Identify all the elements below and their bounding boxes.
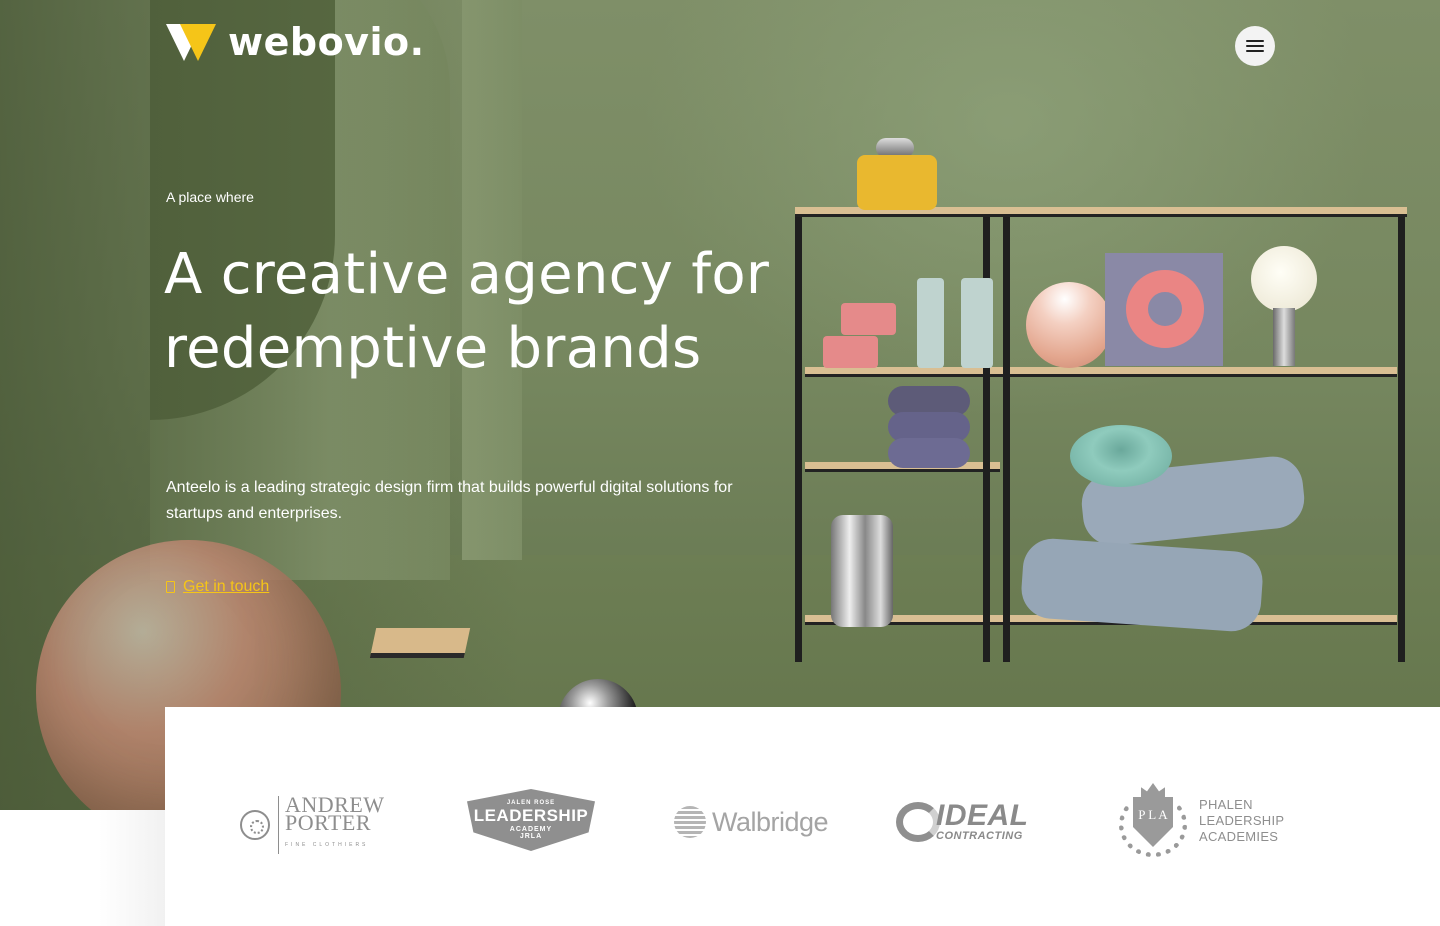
site-logo[interactable]: webovio.: [166, 22, 425, 62]
perfume-bottle-image: [857, 155, 937, 210]
ideal-sub: CONTRACTING: [936, 830, 1023, 842]
pink-jar-image: [823, 336, 878, 368]
jalen-rose-badge: JRLA: [519, 833, 543, 840]
bottle-image: [961, 278, 993, 368]
ideal-wordmark: IDEAL CONTRACTING: [936, 799, 1029, 843]
striped-globe-icon: [674, 806, 706, 838]
client-logo-andrew-porter: ANDREW PORTER FINE CLOTHIERS: [240, 794, 385, 854]
andrew-porter-tagline: FINE CLOTHIERS: [285, 842, 369, 848]
phalen-wordmark: PHALEN LEADERSHIP ACADEMIES: [1199, 797, 1284, 845]
logo-wordmark: webovio.: [228, 20, 425, 64]
hero-eyebrow: A place where: [166, 189, 254, 205]
client-logo-phalen: P L A PHALEN LEADERSHIP ACADEMIES: [1117, 783, 1284, 859]
bottle-image: [917, 278, 944, 368]
client-logo-walbridge: Walbridge: [674, 806, 829, 838]
hero-headline-line-1: A creative agency for: [164, 242, 770, 307]
client-logo-ideal-contracting: IDEAL CONTRACTING: [896, 799, 1029, 843]
menu-button[interactable]: [1235, 26, 1275, 66]
pink-jar-image: [841, 303, 896, 335]
jalen-rose-sub: ACADEMY: [509, 826, 553, 833]
jalen-rose-main: LEADERSHIP: [473, 806, 589, 825]
hero-headline: A creative agency for redemptive brands: [164, 238, 804, 386]
button-emblem-icon: [240, 810, 270, 840]
client-logo-jalen-rose: JALEN ROSE LEADERSHIP ACADEMY JRLA: [466, 785, 596, 855]
andrew-porter-wordmark: ANDREW PORTER FINE CLOTHIERS: [278, 794, 385, 854]
lamp-stem-image: [1273, 308, 1295, 366]
phalen-line-2: LEADERSHIP: [1199, 813, 1285, 828]
crest-emblem-icon: P L A: [1117, 783, 1189, 859]
ideal-main: IDEAL: [936, 799, 1029, 832]
hamburger-menu-icon: [1246, 40, 1264, 52]
logo-mark-icon: [166, 23, 216, 61]
hero-description: Anteelo is a leading strategic design fi…: [166, 479, 733, 522]
walbridge-wordmark: Walbridge: [712, 806, 829, 837]
ring-emblem-icon: [896, 802, 940, 842]
get-in-touch-label: Get in touch: [183, 578, 270, 595]
lamp-globe-image: [1251, 246, 1317, 312]
phalen-line-3: ACADEMIES: [1199, 829, 1279, 844]
pink-torus-image: [1126, 270, 1204, 348]
chrome-container-image: [831, 515, 893, 627]
hero-background: [0, 0, 1440, 810]
shield-emblem-icon: JALEN ROSE LEADERSHIP ACADEMY JRLA: [467, 789, 595, 851]
hero-headline-line-2: redemptive brands: [164, 316, 702, 381]
get-in-touch-link[interactable]: Get in touch: [166, 578, 269, 596]
peach-sphere-image: [1026, 282, 1112, 368]
andrew-porter-line-2: PORTER: [285, 810, 372, 835]
green-torus-image: [1070, 425, 1172, 487]
phone-icon: [166, 581, 175, 593]
phalen-crest-letters: P L A: [1138, 807, 1168, 822]
pillow-image: [1019, 536, 1265, 634]
wood-board-image: [369, 628, 471, 658]
stacked-ring-image: [888, 438, 970, 468]
left-gutter: [0, 810, 165, 926]
phalen-line-1: PHALEN: [1199, 797, 1253, 812]
